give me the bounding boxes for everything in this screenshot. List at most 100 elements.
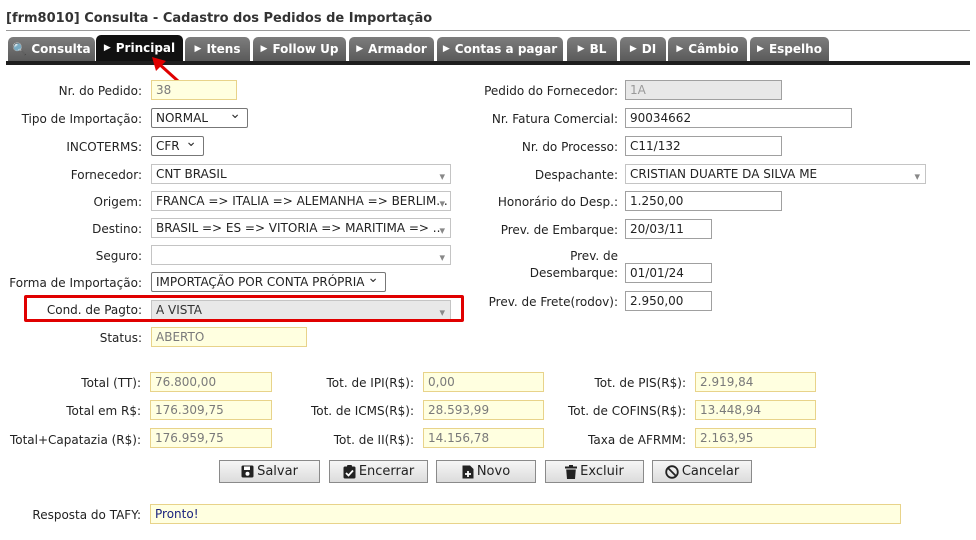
- tab-itens[interactable]: ▶ Itens: [185, 37, 250, 61]
- tafy-response-field[interactable]: Pronto!: [150, 504, 901, 524]
- fornecedor-label: Fornecedor:: [70, 168, 142, 182]
- tipo-importacao-select[interactable]: NORMAL: [151, 108, 248, 128]
- tot-ipi-field[interactable]: 0,00: [423, 372, 544, 392]
- tab-label: Espelho: [768, 42, 822, 56]
- tab-di[interactable]: ▶ DI: [620, 37, 666, 61]
- total-rs-label: Total em R$:: [66, 404, 141, 418]
- seguro-label: Seguro:: [95, 249, 142, 263]
- trash-icon: [565, 464, 578, 479]
- novo-button[interactable]: Novo: [436, 460, 536, 483]
- excluir-button-label: Excluir: [580, 464, 624, 479]
- excluir-button[interactable]: Excluir: [545, 460, 644, 483]
- total-tt-label: Total (TT):: [81, 376, 141, 390]
- tab-armador[interactable]: ▶ Armador: [349, 37, 434, 61]
- total-tt-field[interactable]: 76.800,00: [150, 372, 272, 392]
- save-button[interactable]: Salvar: [219, 460, 320, 483]
- tot-icms-label: Tot. de ICMS(R$):: [310, 404, 414, 418]
- prev-desembarque-field[interactable]: 01/01/24: [625, 263, 712, 283]
- forma-importacao-select[interactable]: IMPORTAÇÃO POR CONTA PRÓPRIA: [151, 272, 386, 292]
- pedido-fornecedor-label: Pedido do Fornecedor:: [484, 84, 618, 98]
- origem-label: Origem:: [93, 195, 142, 209]
- save-icon: [241, 465, 254, 478]
- window-title: [frm8010] Consulta - Cadastro dos Pedido…: [6, 11, 433, 26]
- fornecedor-combo[interactable]: CNT BRASIL: [151, 164, 451, 184]
- destino-label: Destino:: [92, 222, 142, 236]
- triangle-right-icon: ▶: [356, 44, 364, 54]
- origem-combo[interactable]: FRANCA => ITALIA => ALEMANHA => BERLIM..…: [151, 191, 451, 211]
- prev-frete-label: Prev. de Frete(rodov):: [488, 295, 618, 309]
- forma-importacao-label: Forma de Importação:: [9, 276, 142, 290]
- prev-embarque-label: Prev. de Embarque:: [500, 223, 618, 237]
- tab-label: Follow Up: [272, 42, 339, 56]
- nr-processo-label: Nr. do Processo:: [521, 140, 618, 154]
- tab-label: BL: [589, 42, 607, 56]
- nr-processo-field[interactable]: C11/132: [625, 136, 782, 156]
- nr-pedido-label: Nr. do Pedido:: [58, 84, 142, 98]
- nr-fatura-field[interactable]: 90034662: [625, 108, 852, 128]
- tipo-importacao-label: Tipo de Importação:: [21, 112, 142, 126]
- tafy-label: Resposta do TAFY:: [32, 508, 141, 522]
- search-icon: 🔍: [12, 42, 28, 56]
- tab-label: Armador: [368, 42, 427, 56]
- tot-cofins-label: Tot. de COFINS(R$):: [567, 404, 686, 418]
- seguro-combo[interactable]: [151, 245, 451, 265]
- destino-combo[interactable]: BRASIL => ES => VITORIA => MARITIMA => .…: [151, 218, 451, 238]
- prev-desembarque-label: Prev. de Desembarque:: [529, 249, 618, 280]
- triangle-right-icon: ▶: [757, 44, 764, 54]
- tab-label: Itens: [206, 42, 241, 56]
- prev-embarque-field[interactable]: 20/03/11: [625, 219, 712, 239]
- honorario-label: Honorário do Desp.:: [497, 195, 618, 209]
- triangle-right-icon: ▶: [194, 44, 202, 54]
- tab-consulta[interactable]: 🔍 Consulta: [8, 37, 95, 61]
- despachante-label: Despachante:: [534, 168, 618, 182]
- honorario-field[interactable]: 1.250,00: [625, 191, 782, 211]
- tot-ipi-label: Tot. de IPI(R$):: [326, 376, 414, 390]
- status-field[interactable]: ABERTO: [151, 327, 307, 347]
- encerrar-button[interactable]: Encerrar: [329, 460, 428, 483]
- highlight-box: [24, 295, 464, 322]
- cancel-button[interactable]: Cancelar: [652, 460, 752, 483]
- incoterms-label: INCOTERMS:: [66, 140, 142, 154]
- triangle-right-icon: ▶: [103, 43, 111, 53]
- taxa-afrmm-field[interactable]: 2.163,95: [695, 428, 816, 448]
- cancel-icon: [665, 464, 679, 479]
- total-rs-field[interactable]: 176.309,75: [150, 400, 272, 420]
- despachante-combo[interactable]: CRISTIAN DUARTE DA SILVA ME: [625, 164, 926, 184]
- tot-pis-label: Tot. de PIS(R$):: [594, 376, 686, 390]
- encerrar-button-label: Encerrar: [358, 464, 415, 479]
- triangle-right-icon: ▶: [260, 44, 268, 54]
- tab-follow-up[interactable]: ▶ Follow Up: [253, 37, 346, 61]
- incoterms-select[interactable]: CFR: [151, 136, 204, 156]
- tab-label: Câmbio: [688, 42, 739, 56]
- tab-label: Principal: [115, 41, 176, 55]
- tab-label: Contas a pagar: [454, 42, 558, 56]
- novo-button-label: Novo: [476, 464, 511, 479]
- triangle-right-icon: ▶: [676, 44, 684, 54]
- tot-pis-field[interactable]: 2.919,84: [695, 372, 816, 392]
- prev-frete-field[interactable]: 2.950,00: [625, 291, 712, 311]
- nr-fatura-label: Nr. Fatura Comercial:: [491, 112, 618, 126]
- triangle-right-icon: ▶: [442, 44, 450, 54]
- tot-cofins-field[interactable]: 13.448,94: [695, 400, 816, 420]
- status-label: Status:: [99, 331, 142, 345]
- cancel-button-label: Cancelar: [681, 464, 740, 479]
- tab-contas-a-pagar[interactable]: ▶ Contas a pagar: [437, 37, 563, 61]
- tot-ii-label: Tot. de II(R$):: [333, 433, 414, 447]
- pedido-fornecedor-field[interactable]: 1A: [625, 80, 782, 100]
- save-button-label: Salvar: [257, 464, 298, 479]
- tab-espelho[interactable]: ▶ Espelho: [750, 37, 829, 61]
- tab-label: Consulta: [31, 42, 91, 56]
- nr-pedido-field[interactable]: 38: [151, 80, 237, 100]
- tab-label: DI: [641, 42, 657, 56]
- triangle-right-icon: ▶: [577, 44, 585, 54]
- tab-cambio[interactable]: ▶ Câmbio: [668, 37, 747, 61]
- title-divider: [6, 30, 970, 31]
- total-capatazia-field[interactable]: 176.959,75: [150, 428, 272, 448]
- total-capatazia-label: Total+Capatazia (R$):: [9, 433, 141, 447]
- tab-bl[interactable]: ▶ BL: [567, 37, 617, 61]
- tot-ii-field[interactable]: 14.156,78: [423, 428, 544, 448]
- triangle-right-icon: ▶: [629, 44, 637, 54]
- tot-icms-field[interactable]: 28.593,99: [423, 400, 544, 420]
- new-document-icon: [462, 465, 474, 478]
- taxa-afrmm-label: Taxa de AFRMM:: [588, 433, 686, 447]
